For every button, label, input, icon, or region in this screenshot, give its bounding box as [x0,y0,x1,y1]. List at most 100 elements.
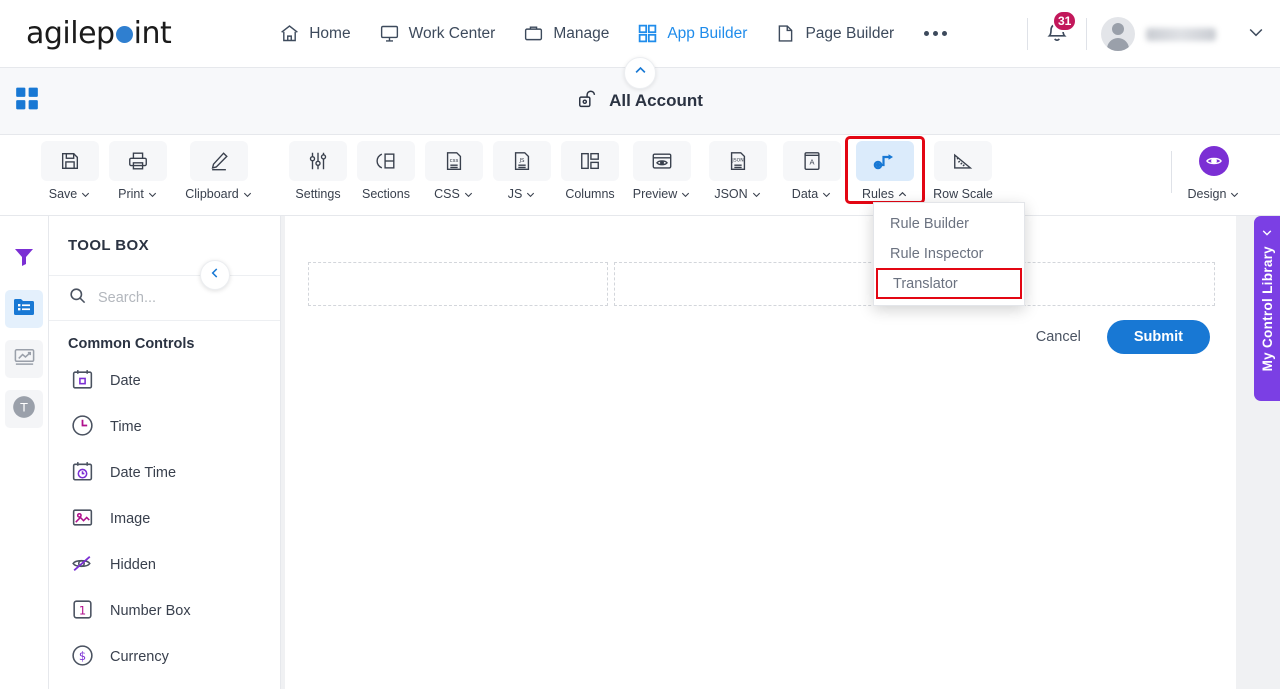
chevron-down-icon [464,192,472,197]
design-text: Design [1187,187,1227,201]
account-title[interactable]: All Account [577,88,703,115]
chevron-down-icon[interactable] [1246,22,1266,47]
nav-label-work-center: Work Center [408,24,496,42]
ribbon-sections-button[interactable]: Sections [352,141,420,201]
calendar-icon [70,367,95,396]
toolbox-item-date-time[interactable]: Date Time [49,450,280,496]
ribbon-design-button[interactable]: Design [1172,141,1256,201]
briefcase-icon [523,23,544,44]
nav-item-page-builder[interactable]: Page Builder [761,17,908,50]
chevron-left-icon [208,266,222,285]
dollar-icon: $ [70,643,95,672]
nav-overflow-button[interactable] [908,21,963,46]
notification-badge: 31 [1052,9,1078,32]
toolbox-collapse-button[interactable] [200,260,230,290]
grid-icon [637,23,658,44]
ribbon-css-label: CSS [434,187,474,201]
account-title-text: All Account [609,91,703,110]
dropzone-left[interactable] [308,262,609,306]
save-icon [41,141,99,181]
toolbox-item-date[interactable]: Date [49,358,280,404]
nav-item-app-builder[interactable]: App Builder [623,17,761,50]
eye-window-icon [633,141,691,181]
ribbon-json-button[interactable]: JSON JSON [700,141,776,201]
row-scale-text: Row Scale [933,187,993,201]
nav-item-manage[interactable]: Manage [509,17,623,50]
ribbon-save-label: Save [49,187,92,201]
ribbon-columns-button[interactable]: Columns [556,141,624,201]
chevron-up-icon [633,63,648,83]
main-navigation: Home Work Center Manage App Builder Page… [265,17,963,50]
ribbon-preview-label: Preview [633,187,691,201]
rules-flow-icon [856,141,914,181]
logo-text: agilep int [26,16,172,51]
nav-label-home: Home [309,24,351,42]
toolbox-label-currency: Currency [110,649,169,665]
ruler-icon [934,141,992,181]
eye-off-icon [70,551,95,580]
css-text: CSS [434,187,460,201]
avatar [1101,17,1135,51]
notifications-button[interactable]: 31 [1042,9,1078,52]
search-input[interactable] [98,290,248,306]
css-file-icon: css [425,141,483,181]
submit-button[interactable]: Submit [1106,320,1210,354]
form-canvas: Cancel Submit [281,216,1280,689]
form-row [285,216,1238,306]
sliders-icon [289,141,347,181]
ribbon-clipboard-button[interactable]: Clipboard [172,141,266,201]
toolbox-label-date-time: Date Time [110,465,177,481]
page-icon [775,23,796,44]
ribbon-js-label: JS [508,187,537,201]
ribbon-js-button[interactable]: JS JS [488,141,556,201]
ribbon-clipboard-label: Clipboard [185,187,253,201]
eye-circle-icon [1185,141,1243,181]
ribbon-sections-label: Sections [362,187,410,201]
menu-item-rule-builder[interactable]: Rule Builder [874,209,1024,239]
menu-item-rule-inspector[interactable]: Rule Inspector [874,239,1024,269]
ribbon-settings-label: Settings [295,187,340,201]
rail-item-text[interactable]: T [5,390,43,428]
print-icon [109,141,167,181]
cancel-button[interactable]: Cancel [1028,323,1089,351]
ribbon-print-label: Print [118,187,158,201]
nav-item-home[interactable]: Home [265,17,364,50]
ribbon-data-button[interactable]: A Data [776,141,848,201]
menu-item-translator[interactable]: Translator [876,268,1022,299]
logo-dot-icon [115,26,133,43]
header-collapse-button[interactable] [624,57,656,89]
ribbon-css-button[interactable]: css CSS [420,141,488,201]
print-text: Print [118,187,144,201]
toolbox-item-number-box[interactable]: 1 Number Box [49,588,280,634]
rail-item-chart[interactable] [5,340,43,378]
ribbon-rules-button[interactable]: Rules [845,136,925,204]
left-rail: T [0,216,49,689]
canvas-right-strip [1236,216,1254,689]
svg-text:T: T [19,400,28,414]
rail-item-form-list[interactable] [5,290,43,328]
save-text: Save [48,187,78,201]
my-control-library-tab[interactable]: My Control Library [1254,216,1280,401]
ribbon-rules-label: Rules [862,187,908,201]
app-grid-icon[interactable] [14,86,40,117]
dot-2 [933,31,939,36]
columns-text: Columns [565,187,615,201]
toolbox-search[interactable] [49,276,280,321]
ribbon-row-scale-button[interactable]: Row Scale [922,141,1004,201]
ribbon-preview-button[interactable]: Preview [624,141,700,201]
ribbon-save-button[interactable]: Save [36,141,104,201]
rail-item-filter[interactable] [5,240,43,278]
toolbox-item-currency[interactable]: $ Currency [49,634,280,680]
chevron-down-icon [527,192,535,197]
ribbon-print-button[interactable]: Print [104,141,172,201]
toolbox-item-image[interactable]: Image [49,496,280,542]
user-account-button[interactable] [1101,17,1216,51]
unlock-icon [577,88,599,115]
nav-item-work-center[interactable]: Work Center [365,17,510,50]
ribbon-settings-button[interactable]: Settings [284,141,352,201]
agilepoint-logo[interactable]: agilep int [26,16,172,51]
svg-text:JSON: JSON [731,157,743,163]
toolbox-panel: TOOL BOX Common Controls Date Time Date … [49,216,281,689]
toolbox-item-time[interactable]: Time [49,404,280,450]
toolbox-item-hidden[interactable]: Hidden [49,542,280,588]
